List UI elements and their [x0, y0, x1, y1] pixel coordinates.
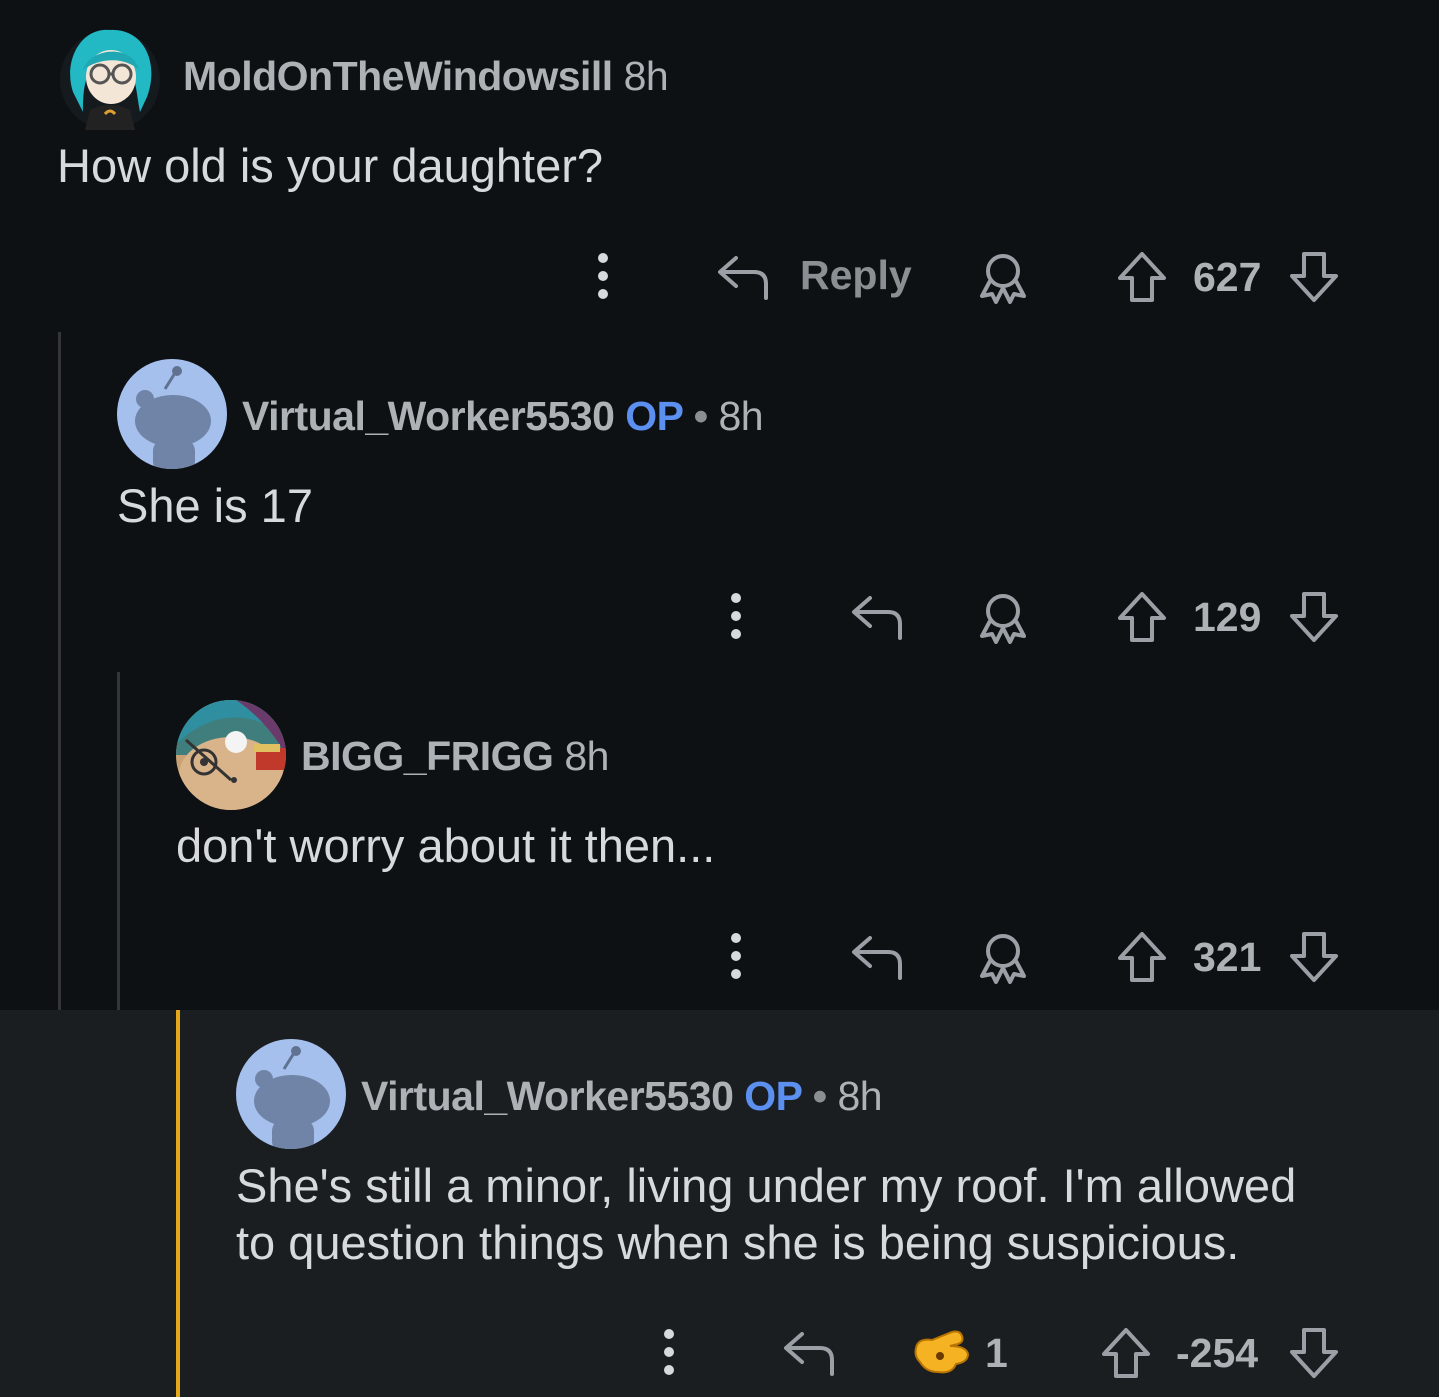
vote-count: 129 — [1193, 594, 1262, 640]
more-options-button[interactable] — [723, 932, 749, 980]
separator-dot: • — [812, 1073, 827, 1119]
vote-count: 321 — [1193, 934, 1262, 980]
downvote-arrow-icon — [1290, 1328, 1338, 1378]
op-badge: OP — [625, 393, 683, 439]
reply-button[interactable] — [850, 932, 904, 980]
award-button[interactable] — [976, 930, 1030, 984]
comment-body: She is 17 — [117, 479, 313, 532]
cartoon-character-icon — [176, 700, 286, 810]
reply-button[interactable] — [782, 1328, 836, 1376]
comment-author[interactable]: Virtual_Worker5530 OP • 8h — [361, 1073, 883, 1120]
avatar[interactable] — [117, 359, 227, 469]
timestamp: 8h — [564, 733, 609, 779]
comment-body: How old is your daughter? — [57, 139, 604, 192]
reply-button[interactable] — [850, 592, 904, 640]
more-options-button[interactable] — [723, 592, 749, 640]
more-vertical-icon — [598, 253, 608, 299]
upvote-arrow-icon — [1102, 1328, 1150, 1378]
reply-arrow-icon — [852, 936, 902, 980]
op-badge: OP — [744, 1073, 802, 1119]
more-vertical-icon — [731, 933, 741, 979]
award-icon — [980, 254, 1026, 304]
comment-body: She's still a minor, living under my roo… — [236, 1157, 1296, 1271]
award-button[interactable] — [976, 590, 1030, 644]
username[interactable]: Virtual_Worker5530 — [242, 393, 615, 439]
award-button[interactable] — [976, 250, 1030, 304]
username[interactable]: Virtual_Worker5530 — [361, 1073, 734, 1119]
username[interactable]: BIGG_FRIGG — [301, 733, 554, 779]
downvote-button[interactable] — [1288, 1326, 1340, 1380]
award-icon — [980, 594, 1026, 644]
award-button[interactable] — [912, 1322, 972, 1378]
comment-body-line: to question things when she is being sus… — [236, 1216, 1240, 1269]
upvote-button[interactable] — [1116, 590, 1168, 644]
avatar[interactable] — [176, 700, 286, 810]
vote-count: -254 — [1176, 1330, 1259, 1376]
more-vertical-icon — [664, 1329, 674, 1375]
timestamp: 8h — [623, 53, 669, 99]
upvote-button[interactable] — [1116, 930, 1168, 984]
timestamp: 8h — [837, 1073, 883, 1119]
more-options-button[interactable] — [656, 1328, 682, 1376]
more-vertical-icon — [731, 593, 741, 639]
pointing-hand-award-icon — [914, 1330, 970, 1374]
upvote-button[interactable] — [1100, 1326, 1152, 1380]
downvote-button[interactable] — [1288, 250, 1340, 304]
highlighted-comment-bar — [176, 1010, 180, 1397]
reply-arrow-icon — [718, 256, 768, 300]
upvote-button[interactable] — [1116, 250, 1168, 304]
avatar[interactable] — [236, 1039, 346, 1149]
more-options-button[interactable] — [590, 252, 616, 300]
default-snoo-icon — [254, 1046, 330, 1149]
downvote-button[interactable] — [1288, 930, 1340, 984]
upvote-arrow-icon — [1118, 252, 1166, 302]
reply-arrow-icon — [852, 596, 902, 640]
downvote-arrow-icon — [1290, 932, 1338, 982]
award-count: 1 — [985, 1330, 1008, 1376]
reply-label[interactable]: Reply — [800, 252, 912, 299]
default-snoo-icon — [135, 366, 211, 469]
reply-button[interactable] — [716, 252, 770, 300]
vote-count: 627 — [1193, 254, 1262, 300]
comment-body: don't worry about it then... — [176, 819, 716, 872]
award-icon — [980, 934, 1026, 984]
anime-girl-avatar-icon — [60, 29, 160, 130]
upvote-arrow-icon — [1118, 932, 1166, 982]
comment-body-line: She's still a minor, living under my roo… — [236, 1159, 1297, 1212]
comment-author[interactable]: MoldOnTheWindowsill 8h — [183, 53, 669, 100]
downvote-arrow-icon — [1290, 252, 1338, 302]
avatar[interactable] — [55, 22, 165, 132]
downvote-arrow-icon — [1290, 592, 1338, 642]
comment-author[interactable]: Virtual_Worker5530 OP • 8h — [242, 393, 764, 440]
comment-author[interactable]: BIGG_FRIGG 8h — [301, 733, 609, 780]
username[interactable]: MoldOnTheWindowsill — [183, 53, 613, 99]
upvote-arrow-icon — [1118, 592, 1166, 642]
reply-arrow-icon — [784, 1332, 834, 1376]
timestamp: 8h — [718, 393, 764, 439]
separator-dot: • — [693, 393, 708, 439]
downvote-button[interactable] — [1288, 590, 1340, 644]
